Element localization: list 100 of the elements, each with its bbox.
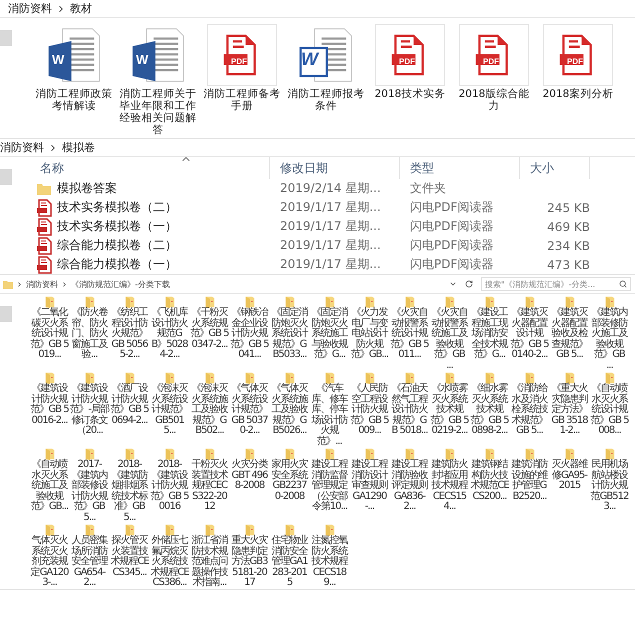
pdf-file-icon: PDF bbox=[459, 24, 529, 86]
folder-name[interactable]: 灭火器维修GA95-2015 bbox=[550, 460, 589, 492]
folder-icon bbox=[204, 524, 214, 536]
folder-icon bbox=[244, 372, 254, 384]
folder-name[interactable]: 《建筑设计防火规范》-局部修订条文（20... bbox=[70, 384, 109, 436]
folder-name[interactable]: 建筑消防设施的维护管理GB2520... bbox=[510, 460, 549, 502]
folder-name[interactable]: 《二氧化碳灭火系统设计规范》GB 5019... bbox=[30, 308, 69, 360]
refresh-icon[interactable] bbox=[465, 280, 473, 288]
folder-name[interactable]: 《建筑灭火器配置验收及检查规范》GB 5... bbox=[550, 308, 589, 360]
search-field[interactable]: 搜索"《消防规范汇编》-分类... bbox=[481, 277, 631, 291]
folder-icon bbox=[84, 372, 94, 384]
modified-date: 2019/2/14 星期... bbox=[279, 180, 382, 197]
folder-name[interactable]: 建筑钢结构防火技术规范CECS200... bbox=[470, 460, 509, 502]
folder-name[interactable]: 《酒厂设计防火规范》GB 50694-2... bbox=[110, 384, 149, 426]
file-name[interactable]: 技术实务模拟卷（一） bbox=[57, 218, 177, 235]
folder-name[interactable]: 《自动喷水灭火系统设计规范》GB 5008... bbox=[590, 384, 629, 436]
breadcrumb-item[interactable]: 消防资料 bbox=[26, 278, 58, 290]
folder-name[interactable]: 《气体灭火系统施工及验收规范》GB5026... bbox=[270, 384, 309, 436]
column-header[interactable]: 名称 bbox=[30, 157, 270, 179]
folder-name[interactable]: 建设工程消防设计审查规则GA1290-... bbox=[350, 460, 389, 512]
folder-name[interactable]: 2018-《建筑防烟排烟系统技术标准》GB 5... bbox=[110, 460, 149, 523]
folder-icon bbox=[164, 296, 174, 308]
folder-icon bbox=[84, 448, 94, 460]
file-name[interactable]: 消防工程师备考手册 bbox=[202, 88, 282, 112]
folder-name[interactable]: 《火力发电厂与变电站设计防火规范》GB... bbox=[350, 308, 389, 360]
folder-name[interactable]: 《火灾自动报警系统施工及验收规范》GB ... bbox=[430, 308, 469, 371]
folder-name[interactable]: 《重大火灾隐患判定方法》GB 35181-2... bbox=[550, 384, 589, 436]
folder-name[interactable]: 《飞机库设计防火规范GB》50284-2... bbox=[150, 308, 189, 360]
folder-name[interactable]: 《防火卷帘、防火门、防火窗施工及验... bbox=[70, 308, 109, 360]
breadcrumb-item[interactable]: 消防资料 bbox=[0, 140, 44, 155]
folder-icon bbox=[244, 524, 254, 536]
file-name[interactable]: 综合能力模拟卷（一） bbox=[57, 256, 177, 273]
folder-name[interactable]: 《细水雾灭火系统技术规范》GB 50898-2... bbox=[470, 384, 509, 436]
breadcrumb-item[interactable]: 消防资料 bbox=[8, 1, 52, 16]
folder-name[interactable]: 住宅物业消防安全管理GA1283-2015 bbox=[270, 536, 309, 588]
folder-name[interactable]: 《石油天然气工程设计防火规范》GB 5018... bbox=[390, 384, 429, 436]
folder-name[interactable]: 人员密集场所消防安全管理GA654-2... bbox=[70, 536, 109, 588]
folder-name[interactable]: 《固定消防炮灭火系统设计规范》GB5033... bbox=[270, 308, 309, 360]
breadcrumb-item[interactable]: 《消防规范汇编》-分类下载 bbox=[71, 278, 170, 290]
folder-name[interactable]: 《泡沫灭火系统设计规范》GB5015... bbox=[150, 384, 189, 436]
folder-name[interactable]: 建筑防火封堵应用技术规程CECS154... bbox=[430, 460, 469, 512]
folder-name[interactable]: 《水喷雾灭火系统技术规范》GB 50219-2... bbox=[430, 384, 469, 436]
breadcrumb-item[interactable]: 模拟卷 bbox=[62, 140, 95, 155]
folder-name[interactable]: 建设工程消防验收评定规则GA836-2... bbox=[390, 460, 429, 512]
folder-icon bbox=[564, 448, 574, 460]
folder-name[interactable]: 火灾分类GBT 4968-2008 bbox=[230, 460, 269, 492]
folder-name[interactable]: 《纺织工程设计防火规范》GB 50565-2... bbox=[110, 308, 149, 360]
folder-name[interactable]: 《气体灭火系统设计规范》GB 50370-2... bbox=[230, 384, 269, 436]
column-header[interactable]: 大小 bbox=[520, 157, 590, 179]
folder-icon bbox=[484, 372, 494, 384]
folder-name[interactable]: 注氮控氧防火系统技术规程CECS189... bbox=[310, 536, 349, 588]
file-size: 473 KB bbox=[546, 258, 590, 272]
column-header[interactable]: 类型 bbox=[400, 157, 520, 179]
breadcrumb-item[interactable]: 教材 bbox=[70, 1, 92, 16]
folder-name[interactable]: 民用机场航站楼设计防火规范GB5123... bbox=[590, 460, 629, 512]
folder-name[interactable]: 浙江省消防技术规范难点问题操作技术指南... bbox=[190, 536, 229, 588]
folder-name[interactable]: 《消防给水及消火栓系统技术规范》GB 5... bbox=[510, 384, 549, 436]
file-size: 245 KB bbox=[546, 200, 590, 214]
folder-name[interactable]: 《人民防空工程设计防火规范》GB 5009... bbox=[350, 384, 389, 436]
folder-name[interactable]: 《固定消防炮灭火系统施工与验收规范》G... bbox=[310, 308, 349, 360]
file-name[interactable]: 消防工程师政策考情解读 bbox=[34, 88, 114, 112]
file-name[interactable]: 消防工程师报考条件 bbox=[286, 88, 366, 112]
file-name[interactable]: 2018版综合能力 bbox=[454, 88, 534, 112]
folder-name[interactable]: 《钢铁冶金企业设计防火规范》GB 5041... bbox=[230, 308, 269, 360]
folder-icon bbox=[204, 448, 214, 460]
folder-name[interactable]: 干粉灭火装置技术规程CECS322-2012 bbox=[190, 460, 229, 512]
folder-name[interactable]: 《火灾自动报警系统设计规范》GB 5011... bbox=[390, 308, 429, 360]
chevron-right-icon bbox=[61, 280, 68, 288]
folder-icon bbox=[524, 296, 534, 308]
folder-name[interactable]: 气体灭火系统灭火剂充装规定GA1203-... bbox=[30, 536, 69, 588]
file-name[interactable]: 模拟卷答案 bbox=[57, 180, 117, 197]
file-name[interactable]: 消防工程师关于毕业年限和工作经验相关问题解答 bbox=[118, 88, 198, 136]
file-name[interactable]: 综合能力模拟卷（二） bbox=[57, 237, 177, 254]
folder-name[interactable]: 《建筑灭火器配置设计规范》GB 50140-2... bbox=[510, 308, 549, 360]
folder-name[interactable]: 《干粉灭火系统规范》GB 50347-2... bbox=[190, 308, 229, 350]
folder-icon bbox=[484, 296, 494, 308]
folder-name[interactable]: 《汽车库、修车库、停车场设计防火规范》... bbox=[310, 384, 349, 447]
folder-icon bbox=[284, 372, 294, 384]
folder-name[interactable]: 《建设工程施工现场消防安全技术规范》G... bbox=[470, 308, 509, 360]
file-name[interactable]: 2018案列分析 bbox=[538, 88, 618, 100]
folder-icon bbox=[364, 448, 374, 460]
folder-name[interactable]: 2018-《建筑设计防火规范》GB 50016 bbox=[150, 460, 189, 512]
folder-name[interactable]: 家用火灾安全系统GB22370-2008 bbox=[270, 460, 309, 502]
folder-name[interactable]: 《泡沫灭火系统施工及验收规范》GB502... bbox=[190, 384, 229, 436]
folder-name[interactable]: 外储压七氟丙烷灭火系统技术规程CECS386... bbox=[150, 536, 189, 588]
folder-name[interactable]: 重大火灾隐患判定方法GB35181-2017 bbox=[230, 536, 269, 588]
folder-name[interactable]: 《建筑设计防火规范》GB 50016-2... bbox=[30, 384, 69, 426]
dropdown-icon[interactable] bbox=[449, 280, 457, 288]
file-name[interactable]: 2018技术实务 bbox=[370, 88, 450, 100]
folder-name[interactable]: 《建筑内部装修防火施工及验收规范》GB ... bbox=[590, 308, 629, 371]
folder-icon bbox=[404, 448, 414, 460]
pdf-file-icon: PDF bbox=[207, 24, 277, 86]
folder-name[interactable]: 建设工程消防监督管理规定（公安部令第10... bbox=[310, 460, 349, 512]
folder-name[interactable]: 2017-《建筑内部装修设计防火规范》GB5... bbox=[70, 460, 109, 523]
column-header[interactable]: 修改日期 bbox=[270, 157, 400, 179]
file-size: 469 KB bbox=[546, 220, 590, 234]
folder-name[interactable]: 《自动喷水灭火系统施工及验收规范》GB... bbox=[30, 460, 69, 512]
folder-icon bbox=[524, 448, 534, 460]
file-name[interactable]: 技术实务模拟卷（二） bbox=[57, 199, 177, 216]
folder-name[interactable]: 探火管灭火装置技术规程CECS345... bbox=[110, 536, 149, 578]
